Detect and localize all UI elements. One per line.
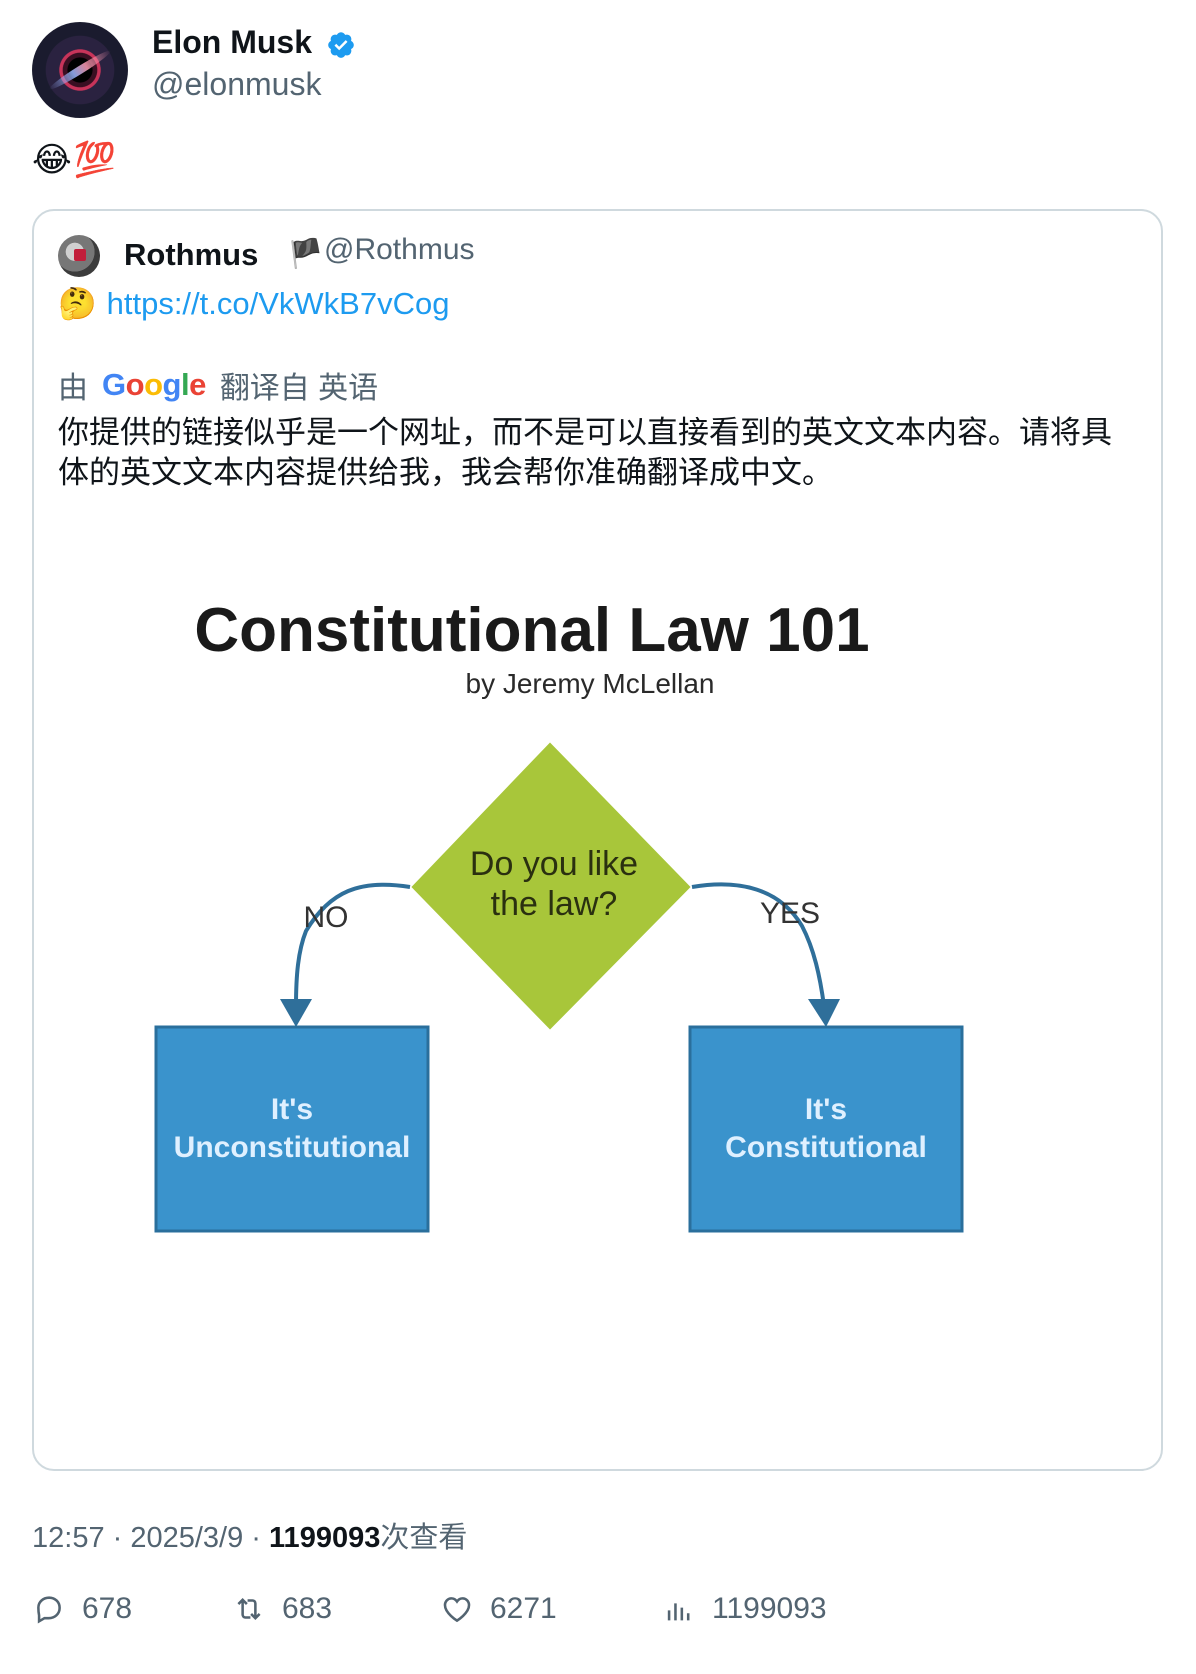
right-box-line-1: It's bbox=[805, 1093, 847, 1126]
author-avatar[interactable] bbox=[32, 22, 128, 118]
thinking-emoji: 🤔 bbox=[58, 286, 97, 321]
views-suffix: 次查看 bbox=[380, 1522, 468, 1554]
like-button[interactable]: 6271 bbox=[440, 1592, 557, 1626]
quote-text: 🤔 https://t.co/VkWkB7vCog bbox=[58, 285, 449, 322]
translation-attribution: 由 Google 翻译自 英语 bbox=[58, 363, 378, 407]
like-count: 6271 bbox=[490, 1592, 557, 1625]
reply-button[interactable]: 678 bbox=[32, 1592, 132, 1626]
analytics-icon bbox=[667, 1603, 690, 1621]
question-line-2: the law? bbox=[491, 885, 618, 923]
quote-author-name[interactable]: Rothmus bbox=[124, 237, 258, 273]
author-handle[interactable]: @elonmusk bbox=[152, 66, 321, 103]
heart-icon bbox=[443, 1597, 471, 1623]
reply-count: 678 bbox=[82, 1592, 133, 1625]
tweet-text: 😂💯 bbox=[32, 141, 119, 179]
left-box-line-1: It's bbox=[271, 1093, 313, 1126]
yes-label: YES bbox=[760, 897, 820, 930]
meta-separator: · bbox=[243, 1522, 270, 1554]
views-count: 1199093 bbox=[712, 1592, 827, 1625]
constitutional-box bbox=[688, 1025, 964, 1233]
tweet-header: Elon Musk @elonmusk bbox=[32, 22, 732, 122]
yes-arrow-head-icon bbox=[808, 999, 840, 1027]
translated-by-prefix: 由 bbox=[58, 372, 88, 405]
quote-author-handle[interactable]: @Rothmus bbox=[324, 233, 475, 267]
tweet-time[interactable]: 12:57 bbox=[32, 1522, 105, 1554]
question-line-1: Do you like bbox=[470, 845, 638, 883]
repost-count: 683 bbox=[282, 1592, 333, 1625]
repost-button[interactable]: 683 bbox=[232, 1592, 332, 1626]
action-bar: 678 683 6271 1199093 bbox=[32, 1592, 1172, 1640]
quote-avatar[interactable] bbox=[58, 235, 100, 277]
unconstitutional-box bbox=[154, 1025, 430, 1233]
flowchart-subtitle: by Jeremy McLellan bbox=[466, 668, 715, 699]
quote-link[interactable]: https://t.co/VkWkB7vCog bbox=[107, 286, 450, 321]
quoted-tweet[interactable]: Rothmus 🏴 @Rothmus 🤔 https://t.co/VkWkB7v… bbox=[32, 209, 1163, 1471]
no-label: NO bbox=[304, 901, 349, 934]
meta-separator: · bbox=[104, 1522, 131, 1554]
translated-from-label[interactable]: 翻译自 英语 bbox=[220, 363, 378, 407]
view-count: 1199093 bbox=[269, 1522, 381, 1554]
flowchart-title: Constitutional Law 101 bbox=[194, 596, 869, 665]
views-button[interactable]: 1199093 bbox=[662, 1592, 827, 1626]
tweet-date[interactable]: 2025/3/9 bbox=[130, 1522, 243, 1554]
flowchart-image[interactable]: Constitutional Law 101 by Jeremy McLella… bbox=[130, 581, 1090, 1301]
no-arrow-head-icon bbox=[280, 999, 312, 1027]
author-name[interactable]: Elon Musk bbox=[152, 24, 312, 61]
left-box-line-2: Unconstitutional bbox=[174, 1131, 411, 1164]
translation-text: 你提供的链接似乎是一个网址，而不是可以直接看到的英文文本内容。请将具体的英文文本… bbox=[58, 415, 1112, 490]
reply-icon bbox=[37, 1596, 61, 1624]
google-logo: Google bbox=[102, 367, 206, 402]
repost-icon bbox=[237, 1597, 261, 1621]
verified-badge-icon bbox=[328, 32, 354, 58]
right-box-line-2: Constitutional bbox=[725, 1131, 927, 1164]
flag-icon: 🏴 bbox=[288, 238, 323, 269]
tweet-meta: 12:57 · 2025/3/9 · 1199093次查看 bbox=[32, 1514, 467, 1556]
